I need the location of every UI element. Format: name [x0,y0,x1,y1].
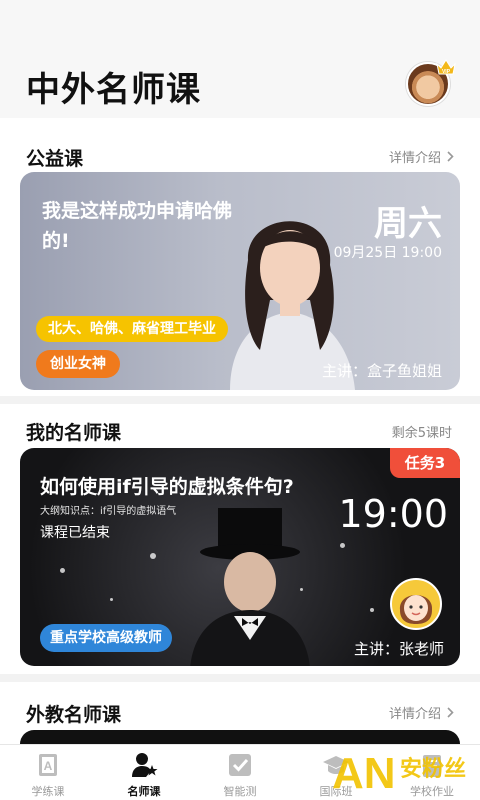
site-watermark-logo: AN 安粉丝 [332,749,466,798]
check-icon [229,754,251,776]
teacher-cartoon-icon [399,595,433,624]
foreign-courses-title: 外教名师课 [26,704,122,726]
public-course-lecturer: 主讲：盒子鱼姐姐 [321,362,442,380]
svg-text:安粉丝: 安粉丝 [400,756,466,782]
section-divider [0,396,480,404]
details-link-label: 详情介绍 [388,151,441,166]
my-course-lecturer: 主讲：张老师 [353,640,444,658]
public-course-day: 周六 [374,204,442,244]
my-course-title: 如何使用if引导的虚拟条件句? [40,476,294,498]
details-link-label: 详情介绍 [388,707,441,722]
app-header: 中外名师课 VIP [0,0,480,118]
page-title: 中外名师课 [26,70,201,110]
title-tag: 创业女神 [36,350,120,378]
my-course-card[interactable]: 任务3 如何使用if引导的虚拟条件句? 大纲知识点：if引导的虚拟语气 课程已结… [20,448,460,666]
public-course-headline: 我是这样成功申请哈佛的! [42,200,233,252]
my-courses-header: 我的名师课 剩余5课时 [0,408,480,448]
my-courses-title: 我的名师课 [26,422,122,444]
public-course-title: 公益课 [26,148,84,170]
tab-label: 智能测 [223,785,257,798]
tab-famous-teacher[interactable]: 名师课 [96,745,192,800]
foreign-courses-header: 外教名师课 详情介绍 [0,690,480,730]
book-a-icon: A [39,754,57,776]
vip-crown-icon: VIP [436,59,456,75]
snow-dot [150,553,156,559]
svg-text:AN: AN [332,749,396,798]
remaining-lessons: 剩余5课时 [391,426,452,441]
my-course-time: 19:00 [338,492,448,536]
teacher-level-tag: 重点学校高级教师 [40,624,172,652]
tab-smart-test[interactable]: 智能测 [192,745,288,800]
vip-label: VIP [442,69,451,75]
public-course-datetime: 09月25日 19:00 [333,245,442,261]
magician-photo [190,508,310,666]
tab-label: 名师课 [127,785,161,798]
my-course-status: 课程已结束 [40,525,110,541]
public-course-card[interactable]: 我是这样成功申请哈佛的! 周六 09月25日 19:00 北大、哈佛、麻省理工毕… [20,172,460,390]
snow-dot [370,608,374,612]
section-divider [0,674,480,682]
tab-label: 学练课 [31,785,65,798]
chevron-right-icon [447,151,454,162]
task-badge: 任务3 [390,448,460,478]
snow-dot [110,598,113,601]
education-tag: 北大、哈佛、麻省理工毕业 [36,316,228,342]
teacher-star-icon [132,753,158,777]
foreign-courses-details-link[interactable]: 详情介绍 [389,703,454,722]
chevron-right-icon [447,707,454,718]
user-avatar[interactable]: VIP [406,59,456,106]
svg-text:A: A [44,759,53,773]
my-course-outline: 大纲知识点：if引导的虚拟语气 [40,506,177,517]
snow-dot [60,568,65,573]
snow-dot [340,543,345,548]
public-course-details-link[interactable]: 详情介绍 [389,147,454,166]
public-course-header: 公益课 详情介绍 [0,134,480,174]
teacher-avatar [390,578,442,630]
tab-practice[interactable]: A 学练课 [0,745,96,800]
